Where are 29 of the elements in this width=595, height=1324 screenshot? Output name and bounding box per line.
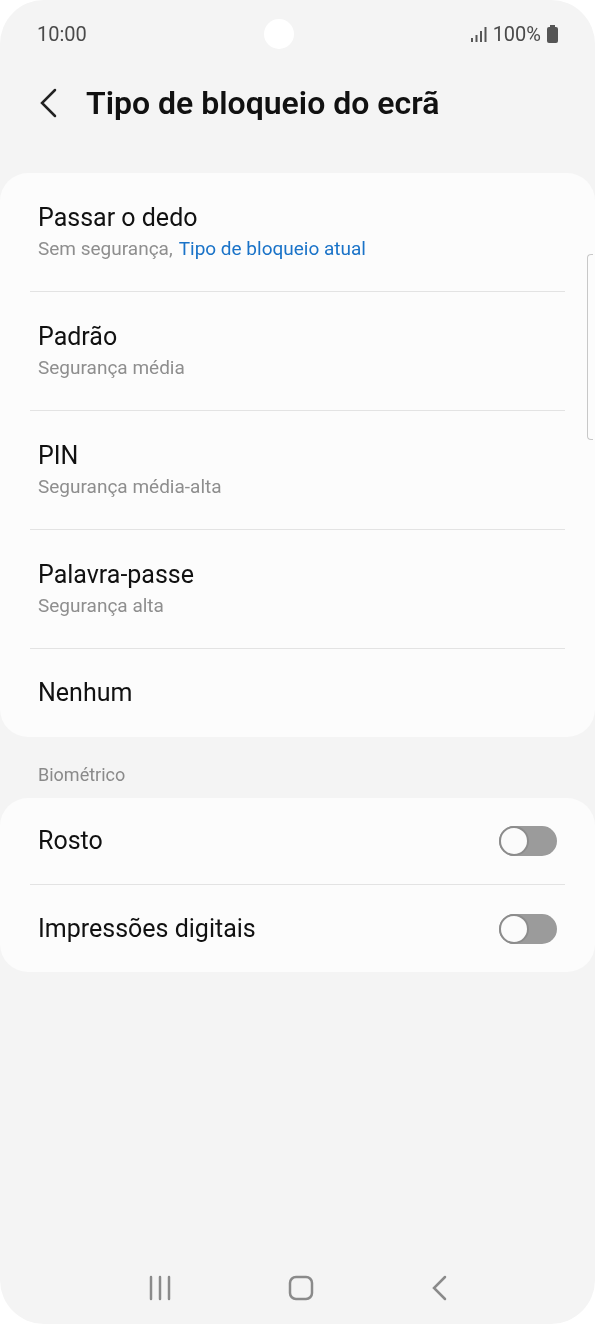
- signal-icon: [470, 26, 487, 42]
- back-icon[interactable]: [38, 88, 58, 118]
- current-type-note: Tipo de bloqueio atual: [178, 236, 366, 262]
- option-title: PIN: [38, 440, 80, 472]
- option-subtitle: Segurança média-alta: [38, 474, 222, 500]
- lock-option[interactable]: PIN Segurança média-alta: [30, 411, 565, 530]
- battery-icon: [547, 25, 558, 43]
- battery-percent: 100%: [492, 21, 541, 48]
- option-subtitle: Segurança alta: [38, 593, 164, 619]
- biometric-label: Impressões digitais: [38, 912, 256, 945]
- option-subtitle: Sem segurança,: [38, 236, 173, 262]
- biometric-label: Rosto: [38, 825, 103, 858]
- status-time: 10:00: [37, 21, 87, 48]
- option-title: Palavra-passe: [38, 559, 196, 591]
- option-subtitle: Segurança média: [38, 355, 185, 381]
- recent-apps-icon[interactable]: [148, 1275, 173, 1301]
- back-nav-icon[interactable]: [430, 1275, 447, 1301]
- lock-option[interactable]: Nenhum: [30, 649, 565, 737]
- option-title: Padrão: [38, 321, 119, 353]
- toggle-switch[interactable]: [499, 826, 557, 856]
- lock-option[interactable]: Padrão Segurança média: [30, 292, 565, 411]
- toggle-switch[interactable]: [499, 913, 557, 944]
- lock-option[interactable]: Palavra-passe Segurança alta: [30, 530, 565, 649]
- option-title: Passar o dedo: [38, 202, 199, 234]
- page-title: Tipo de bloqueio do ecrã: [86, 83, 440, 124]
- option-title: Nenhum: [38, 677, 134, 709]
- lock-option[interactable]: Passar o dedo Sem segurança, Tipo de bloqueio atual: [30, 173, 565, 292]
- section-heading: Biométrico: [37, 763, 127, 787]
- home-icon[interactable]: [288, 1275, 315, 1301]
